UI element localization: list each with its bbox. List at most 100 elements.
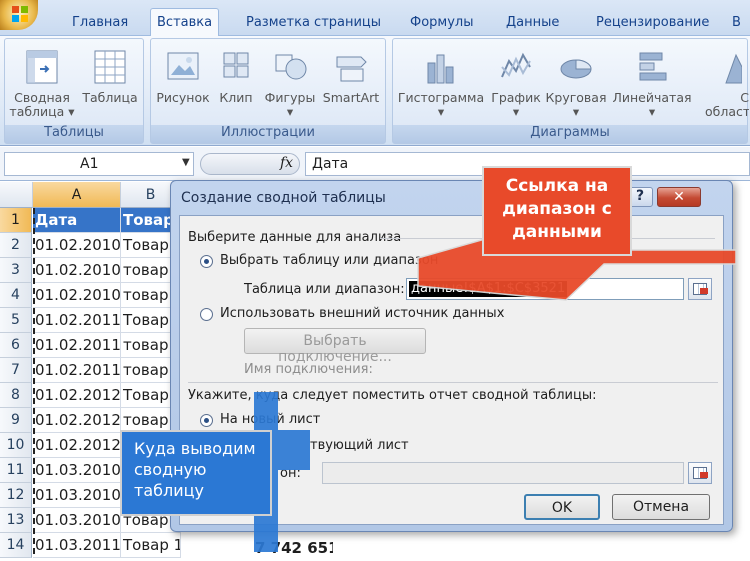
- area-chart-button[interactable]: С областя: [699, 45, 749, 119]
- cell-b[interactable]: Товар 1: [121, 533, 181, 558]
- group-tables: Сводная таблица ▾ Таблица Таблицы: [4, 38, 144, 144]
- formula-bar: A1 ▼ fx Дата: [0, 147, 750, 181]
- line-chart-dropdown: ▾: [512, 104, 520, 119]
- tab-insert[interactable]: Вставка: [150, 8, 220, 37]
- cell-a[interactable]: Дата: [33, 208, 121, 233]
- row-header[interactable]: 7: [0, 358, 32, 383]
- tab-data[interactable]: Данные: [500, 12, 565, 36]
- label-new-sheet[interactable]: На новый лист: [220, 412, 320, 427]
- tab-home[interactable]: Главная: [66, 12, 134, 36]
- row-header[interactable]: 4: [0, 283, 32, 308]
- section-select-data: Выберите данные для анализа: [188, 230, 402, 245]
- cell-a[interactable]: 01.03.2010: [33, 458, 121, 483]
- row-header[interactable]: 1: [0, 208, 32, 233]
- area-chart-label-2: областя: [705, 104, 749, 119]
- row-header[interactable]: 11: [0, 458, 32, 483]
- picture-label: Рисунок: [156, 90, 210, 105]
- cancel-button[interactable]: Отмена: [612, 494, 710, 520]
- tab-review[interactable]: Рецензирование: [590, 12, 715, 36]
- radio-select-table[interactable]: [200, 255, 213, 268]
- select-all-corner[interactable]: [0, 182, 33, 208]
- picture-button[interactable]: Рисунок: [155, 45, 211, 105]
- office-logo-icon: [12, 6, 28, 22]
- pivot-table-label: Сводная: [14, 90, 70, 105]
- line-chart-label: График: [491, 90, 541, 105]
- row-header[interactable]: 13: [0, 508, 32, 533]
- table-label: Таблица: [82, 90, 138, 105]
- cell-a[interactable]: 01.03.2010: [33, 508, 121, 533]
- column-chart-dropdown: ▾: [437, 104, 445, 119]
- callout-top-line: Ссылка на: [505, 176, 609, 196]
- ribbon-tab-bar: Главная Вставка Разметка страницы Формул…: [0, 0, 750, 37]
- tab-page-layout[interactable]: Разметка страницы: [240, 12, 387, 36]
- row-header[interactable]: 10: [0, 433, 32, 458]
- callout-top-line: данными: [512, 222, 602, 242]
- label-existing-sheet[interactable]: твующий лист: [310, 438, 409, 453]
- close-button[interactable]: ✕: [657, 187, 701, 207]
- row-header[interactable]: 12: [0, 483, 32, 508]
- row-header[interactable]: 2: [0, 233, 32, 258]
- cell-a[interactable]: 01.02.2010: [33, 233, 121, 258]
- cell-a[interactable]: 01.02.2012: [33, 433, 121, 458]
- label-select-table[interactable]: Выбрать таблицу или диапазон: [220, 253, 438, 268]
- tab-formulas[interactable]: Формулы: [404, 12, 479, 36]
- callout-left-line: сводную: [134, 460, 207, 479]
- bar-chart-icon: [634, 47, 670, 87]
- radio-external-source[interactable]: [200, 308, 213, 321]
- cell-a[interactable]: 01.02.2011: [33, 308, 121, 333]
- name-box-dropdown-icon[interactable]: ▼: [182, 157, 190, 168]
- callout-left-line: таблицу: [134, 481, 204, 500]
- column-chart-button[interactable]: Гистограмма ▾: [395, 45, 487, 119]
- area-chart-label: С: [740, 90, 749, 105]
- row-header[interactable]: 5: [0, 308, 32, 333]
- line-chart-button[interactable]: График ▾: [489, 45, 543, 119]
- divider: [188, 382, 718, 383]
- ok-button[interactable]: OK: [524, 494, 600, 520]
- group-label-illustrations: Иллюстрации: [151, 125, 385, 143]
- collapse-range-button[interactable]: [688, 278, 712, 300]
- ribbon: Сводная таблица ▾ Таблица Таблицы Рисуно…: [0, 36, 750, 146]
- cell-a[interactable]: 01.02.2011: [33, 333, 121, 358]
- cell-a[interactable]: 01.02.2011: [33, 358, 121, 383]
- pivot-table-button[interactable]: Сводная таблица ▾: [9, 45, 75, 119]
- radio-new-sheet[interactable]: [200, 414, 213, 427]
- table-icon: [92, 47, 128, 87]
- label-external-source[interactable]: Использовать внешний источник данных: [220, 306, 504, 321]
- table-range-input[interactable]: данные!$A$1:$C$3521: [406, 278, 684, 300]
- group-illustrations: Рисунок Клип Фигуры ▾ SmartArt Иллюстрац…: [150, 38, 386, 144]
- cell-a[interactable]: 01.03.2011: [33, 533, 121, 558]
- row-header[interactable]: 6: [0, 333, 32, 358]
- bar-chart-button[interactable]: Линейчатая ▾: [611, 45, 693, 119]
- shapes-button[interactable]: Фигуры ▾: [261, 45, 319, 119]
- location-input[interactable]: [322, 462, 684, 484]
- section-placement: Укажите, куда следует поместить отчет св…: [188, 388, 597, 403]
- pivot-table-icon: [24, 47, 60, 87]
- cell-a[interactable]: 01.02.2012: [33, 408, 121, 433]
- column-header-a[interactable]: A: [33, 182, 121, 208]
- group-charts: Гистограмма ▾ График ▾ Круговая ▾ Линейч…: [392, 38, 749, 144]
- table-button[interactable]: Таблица: [81, 45, 139, 105]
- office-button[interactable]: [0, 0, 38, 30]
- cell-a[interactable]: 01.02.2010: [33, 258, 121, 283]
- copy-marquee: [33, 208, 35, 554]
- collapse-location-button[interactable]: [688, 462, 712, 484]
- row-header[interactable]: 8: [0, 383, 32, 408]
- callout-output-location: Куда выводим сводную таблицу: [120, 430, 272, 516]
- shapes-icon: [272, 47, 308, 87]
- cell-a[interactable]: 01.02.2012: [33, 383, 121, 408]
- smartart-button[interactable]: SmartArt: [319, 45, 383, 105]
- tab-view[interactable]: В: [726, 12, 747, 36]
- choose-connection-button[interactable]: Выбрать подключение...: [244, 328, 426, 365]
- row-header[interactable]: 9: [0, 408, 32, 433]
- row-header[interactable]: 3: [0, 258, 32, 283]
- pie-chart-icon: [558, 47, 594, 87]
- smartart-icon: [333, 47, 369, 87]
- insert-function-icon[interactable]: fx: [280, 155, 293, 171]
- name-box[interactable]: A1: [4, 152, 194, 176]
- cell-a[interactable]: 01.03.2010: [33, 483, 121, 508]
- label-location: он:: [280, 466, 301, 481]
- clip-art-button[interactable]: Клип: [213, 45, 259, 105]
- row-header[interactable]: 14: [0, 533, 32, 558]
- pie-chart-button[interactable]: Круговая ▾: [543, 45, 609, 119]
- cell-a[interactable]: 01.02.2010: [33, 283, 121, 308]
